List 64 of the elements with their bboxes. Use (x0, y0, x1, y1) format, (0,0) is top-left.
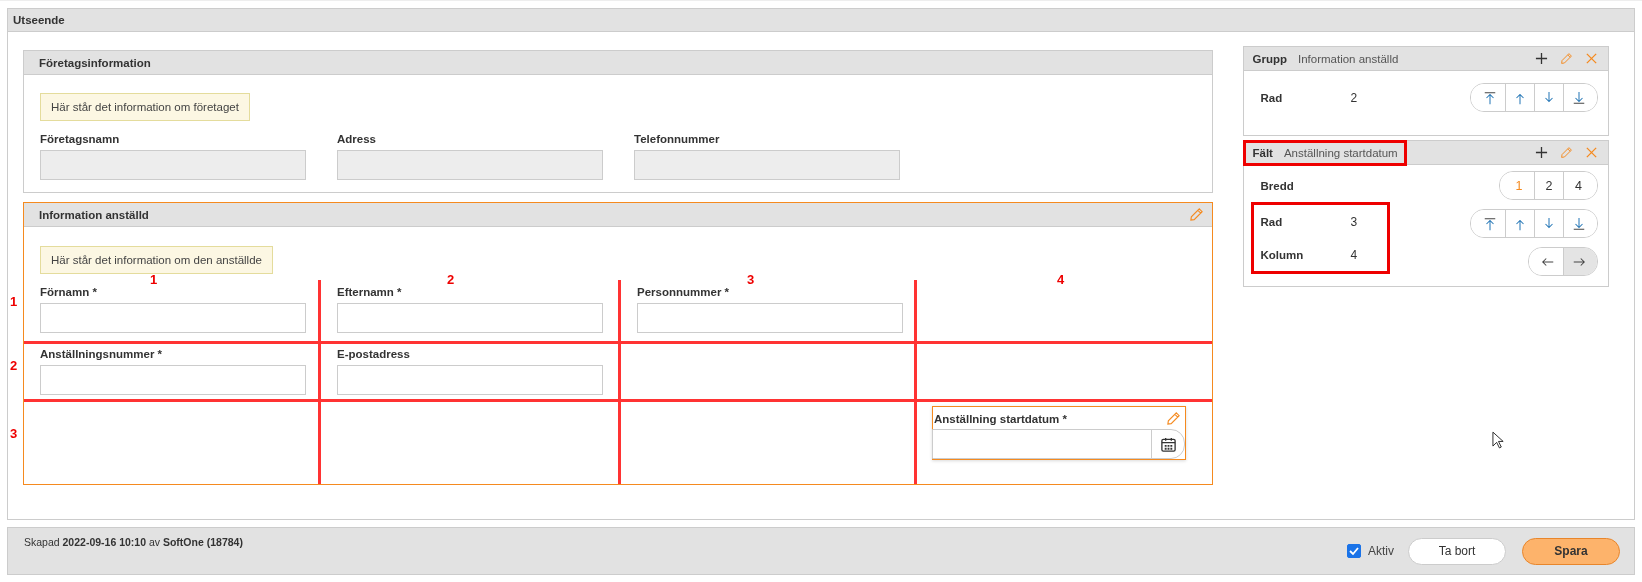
column-number: 2 (447, 272, 455, 287)
move-button[interactable] (1563, 84, 1597, 111)
info-note: Här står det information om företaget (40, 93, 250, 121)
field-label: Efternamn * (337, 286, 403, 298)
delete-button[interactable]: Ta bort (1408, 537, 1506, 565)
card-name: Information anställd (1297, 52, 1399, 65)
property-value: 4 (1350, 247, 1358, 262)
column-number: 1 (150, 272, 158, 287)
cursor-icon (1492, 431, 1505, 450)
column-nav-button[interactable] (1563, 248, 1597, 275)
section-title: Information anställd (39, 208, 149, 221)
input-field[interactable] (337, 303, 603, 333)
checkmark-icon (1348, 545, 1360, 557)
field-label: Anställningsnummer * (40, 348, 164, 360)
move-bottom-icon (1571, 216, 1586, 231)
property-value: 2 (1350, 90, 1358, 105)
calendar-icon[interactable] (1159, 435, 1177, 453)
move-bottom-icon (1571, 90, 1586, 105)
plus-icon[interactable] (1535, 52, 1548, 65)
field-card[interactable]: Anställning startdatum * (932, 406, 1186, 460)
move-top-icon (1483, 90, 1497, 105)
field-label: Anställning startdatum * (934, 412, 1067, 425)
column-number: 4 (1057, 272, 1065, 287)
move-top-icon (1483, 216, 1497, 231)
property-label: Rad (1260, 91, 1284, 104)
pencil-icon[interactable] (1189, 207, 1205, 222)
property-value: 3 (1350, 214, 1358, 229)
arrow-down-icon (1542, 90, 1556, 105)
property-label: Kolumn (1260, 248, 1305, 261)
input-field[interactable] (337, 365, 603, 395)
field-label: Telefonnummer (634, 133, 721, 145)
input-field[interactable] (40, 365, 306, 395)
info-note: Här står det information om den anställde (40, 246, 273, 274)
pencil-icon[interactable] (1166, 411, 1181, 426)
date-field[interactable] (932, 429, 1185, 459)
save-button[interactable]: Spara (1522, 537, 1620, 565)
property-label: Bredd (1260, 179, 1295, 192)
column-number: 3 (747, 272, 755, 287)
field-label: Adress (337, 133, 377, 145)
panel-title: Utseende (13, 14, 65, 26)
created-info: Skapad 2022-09-16 10:10 av SoftOne (18784) (24, 536, 243, 550)
field-label: Företagsnamn (40, 133, 121, 145)
section-title: Företagsinformation (39, 56, 151, 69)
pencil-icon[interactable] (1560, 146, 1573, 159)
width-option[interactable]: 4 (1563, 172, 1597, 199)
row-number: 3 (10, 426, 18, 441)
row-number: 1 (10, 294, 18, 309)
plus-icon[interactable] (1535, 146, 1548, 159)
card-type: Fält (1252, 146, 1273, 159)
property-label: Rad (1260, 215, 1284, 228)
move-button[interactable] (1563, 210, 1597, 237)
field-label: E-postadress (337, 348, 411, 360)
field-label: Förnamn * (40, 286, 98, 298)
active-checkbox[interactable]: Aktiv (1347, 544, 1394, 558)
close-icon[interactable] (1585, 146, 1598, 159)
card-type: Grupp (1252, 52, 1287, 65)
input-field[interactable] (40, 303, 306, 333)
field-label: Personnummer * (637, 286, 731, 298)
input-field[interactable] (637, 303, 903, 333)
arrow-down-icon (1542, 216, 1556, 231)
card-name: Anställning startdatum (1283, 146, 1398, 159)
row-number: 2 (10, 358, 18, 373)
pencil-icon[interactable] (1560, 52, 1573, 65)
close-icon[interactable] (1585, 52, 1598, 65)
